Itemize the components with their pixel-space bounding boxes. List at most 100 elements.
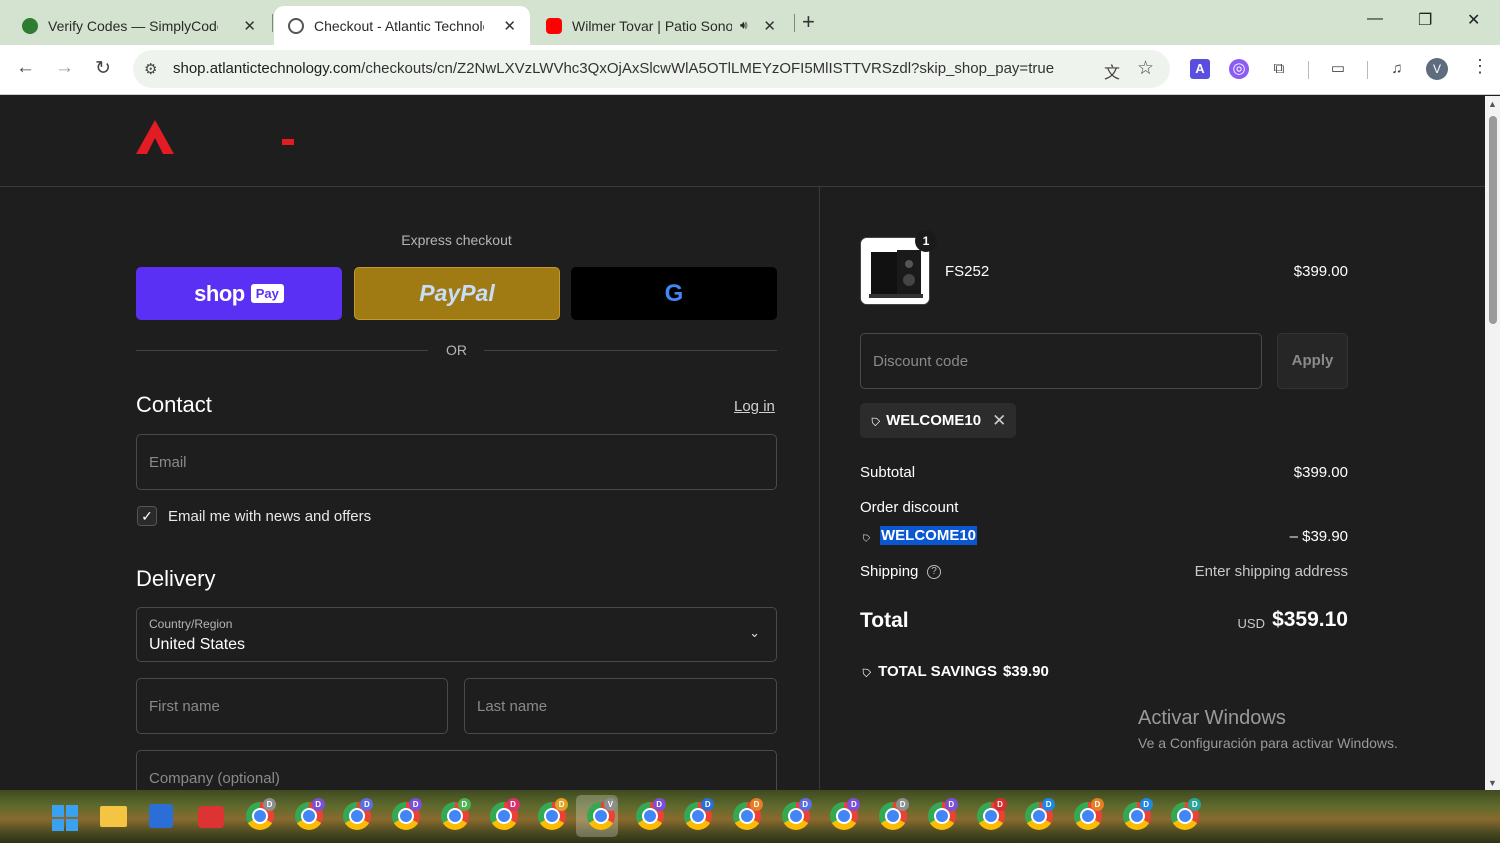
google-pay-button[interactable]: G bbox=[571, 267, 777, 320]
store-icon[interactable] bbox=[149, 804, 173, 828]
shop-pay-button[interactable]: shop Pay bbox=[136, 267, 342, 320]
remove-discount-icon[interactable]: ✕ bbox=[992, 411, 1006, 431]
new-tab-icon[interactable]: + bbox=[802, 9, 815, 35]
discount-value: – $39.90 bbox=[1289, 528, 1348, 545]
bookmark-star-icon[interactable]: ☆ bbox=[1137, 57, 1154, 80]
minimize-icon[interactable]: — bbox=[1367, 10, 1383, 28]
apply-button[interactable]: Apply bbox=[1277, 333, 1348, 389]
media-control-icon[interactable]: ♫ bbox=[1387, 59, 1407, 79]
profile-avatar[interactable]: V bbox=[1426, 58, 1448, 80]
reload-icon[interactable]: ↻ bbox=[95, 57, 111, 80]
newsletter-checkbox[interactable]: ✓ bbox=[137, 506, 157, 526]
url-text[interactable]: shop.atlantictechnology.com/checkouts/cn… bbox=[173, 60, 1054, 77]
profile-badge: D bbox=[409, 798, 423, 811]
paypal-button[interactable]: PayPal bbox=[354, 267, 560, 320]
profile-badge: D bbox=[896, 798, 910, 811]
windows-taskbar: DDDDDDDVDDDDDDDDDDDD bbox=[0, 790, 1500, 843]
company-field[interactable]: Company (optional) bbox=[136, 750, 777, 790]
newsletter-label: Email me with news and offers bbox=[168, 508, 372, 525]
youtube-icon bbox=[546, 17, 562, 34]
profile-badge: D bbox=[798, 798, 812, 811]
globe-icon bbox=[288, 17, 304, 34]
applied-discount-chip: ⌂ WELCOME10 ✕ bbox=[860, 403, 1017, 438]
close-icon[interactable]: ✕ bbox=[763, 17, 776, 35]
simplycodes-favicon-icon bbox=[22, 17, 38, 34]
shipping-value: Enter shipping address bbox=[1194, 563, 1348, 580]
extension-a-icon[interactable]: A bbox=[1190, 59, 1210, 79]
subtotal-label: Subtotal bbox=[860, 464, 916, 481]
profile-badge: D bbox=[1139, 798, 1153, 811]
tab-checkout[interactable]: Checkout - Atlantic Technology ✕ bbox=[274, 6, 530, 45]
profile-badge: D bbox=[311, 798, 325, 811]
google-icon: G bbox=[664, 279, 684, 307]
country-select[interactable]: Country/Region United States ⌄ bbox=[136, 607, 777, 662]
tab-strip: Verify Codes — SimplyCodes ✕ Checkout - … bbox=[0, 0, 1500, 45]
profile-badge: D bbox=[360, 798, 374, 811]
speaker-icon[interactable]: 🔊︎ bbox=[740, 18, 748, 33]
email-field[interactable]: Email bbox=[136, 434, 777, 490]
contact-title: Contact bbox=[136, 392, 212, 417]
profile-badge: D bbox=[457, 798, 471, 811]
quantity-badge: 1 bbox=[915, 230, 937, 252]
tab-title: Checkout - Atlantic Technology bbox=[314, 17, 484, 34]
atlantic-logo-icon[interactable] bbox=[136, 120, 174, 154]
forward-icon[interactable]: → bbox=[55, 57, 74, 79]
or-divider: OR bbox=[136, 340, 777, 360]
order-discount-label: Order discount bbox=[860, 499, 959, 516]
shipping-label: Shipping bbox=[860, 563, 919, 580]
first-name-field[interactable]: First name bbox=[136, 678, 448, 734]
site-settings-icon[interactable]: ⚙ bbox=[144, 60, 157, 78]
help-icon[interactable]: ? bbox=[927, 565, 941, 579]
address-bar[interactable]: ⚙ shop.atlantictechnology.com/checkouts/… bbox=[133, 50, 1170, 88]
last-name-field[interactable]: Last name bbox=[464, 678, 777, 734]
scroll-thumb[interactable] bbox=[1489, 116, 1497, 324]
product-name: FS252 bbox=[945, 263, 990, 280]
discount-code-field[interactable]: Discount code bbox=[860, 333, 1262, 389]
total-value: $359.10 bbox=[1272, 608, 1348, 631]
menu-kebab-icon[interactable]: ⋮ bbox=[1471, 56, 1489, 77]
profile-badge: D bbox=[1188, 798, 1202, 811]
discount-code-text: WELCOME10 bbox=[880, 526, 978, 545]
scroll-down-icon[interactable]: ▼ bbox=[1488, 778, 1497, 788]
scroll-up-icon[interactable]: ▲ bbox=[1488, 99, 1497, 109]
windows-activation-title: Activar Windows bbox=[1138, 707, 1286, 729]
file-explorer-icon[interactable] bbox=[100, 806, 127, 827]
profile-badge: D bbox=[1090, 798, 1104, 811]
tab-youtube[interactable]: Wilmer Tovar | Patio Sonoro 🔊︎ ✕ bbox=[532, 6, 790, 45]
profile-badge: D bbox=[847, 798, 861, 811]
express-checkout-label: Express checkout bbox=[401, 232, 512, 248]
translate-icon[interactable]: 文 bbox=[1104, 59, 1120, 83]
restore-icon[interactable]: ❐ bbox=[1418, 10, 1432, 30]
profile-badge: D bbox=[652, 798, 666, 811]
toolbar-divider bbox=[1367, 61, 1368, 79]
total-savings: ⌂ TOTAL SAVINGS $39.90 bbox=[856, 662, 1049, 681]
toolbar-divider bbox=[1308, 61, 1309, 79]
profile-badge: V bbox=[603, 798, 617, 811]
extensions-puzzle-icon[interactable]: ⧉ bbox=[1269, 59, 1289, 79]
profile-badge: D bbox=[555, 798, 569, 811]
profile-badge: D bbox=[750, 798, 763, 811]
tab-divider bbox=[794, 14, 795, 32]
extension-b-icon[interactable]: ◎ bbox=[1229, 59, 1249, 79]
profile-badge: D bbox=[993, 798, 1007, 811]
windows-activation-subtitle: Ve a Configuración para activar Windows. bbox=[1138, 735, 1398, 751]
log-in-link[interactable]: Log in bbox=[734, 398, 775, 415]
tab-search-icon[interactable]: ▭ bbox=[1328, 59, 1348, 79]
logo-accent bbox=[282, 139, 294, 145]
profile-badge: D bbox=[701, 798, 715, 811]
back-icon[interactable]: ← bbox=[16, 57, 35, 79]
close-icon[interactable]: ✕ bbox=[243, 17, 256, 35]
total-label: Total bbox=[860, 609, 909, 632]
window-close-icon[interactable]: ✕ bbox=[1467, 10, 1480, 30]
profile-badge: D bbox=[1042, 798, 1056, 811]
app-icon[interactable] bbox=[198, 806, 224, 828]
tab-title: Wilmer Tovar | Patio Sonoro bbox=[572, 17, 732, 34]
profile-badge: D bbox=[263, 798, 276, 811]
tab-title: Verify Codes — SimplyCodes bbox=[48, 17, 218, 34]
page-scrollbar[interactable]: ▲ ▼ bbox=[1485, 96, 1500, 790]
profile-badge: D bbox=[944, 798, 958, 811]
store-header bbox=[0, 96, 1485, 187]
tab-simplycodes[interactable]: Verify Codes — SimplyCodes ✕ bbox=[8, 6, 270, 45]
windows-start-icon[interactable] bbox=[52, 805, 78, 831]
close-icon[interactable]: ✕ bbox=[503, 17, 516, 35]
